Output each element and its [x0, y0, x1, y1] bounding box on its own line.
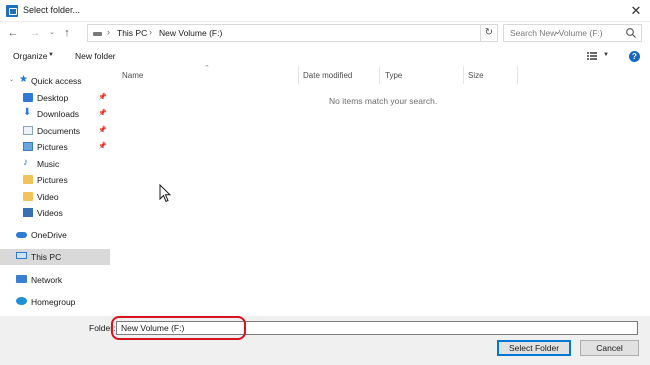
title-bar: Select folder... ✕ [0, 0, 650, 22]
nav-label: Music [37, 159, 60, 169]
window-title: Select folder... [23, 5, 81, 15]
mouse-cursor-icon [159, 184, 171, 203]
dialog-app-icon [6, 5, 18, 17]
new-folder-button[interactable]: New folder [75, 51, 116, 61]
nav-label: Homegroup [31, 297, 76, 307]
network-icon [16, 275, 27, 283]
forward-arrow-icon[interactable]: → [28, 25, 42, 41]
chevron-right-icon[interactable]: › [149, 27, 152, 37]
address-bar[interactable]: › This PC › New Volume (F:) ⌄ [87, 24, 561, 42]
cancel-button[interactable]: Cancel [580, 340, 639, 356]
nav-quick-access[interactable]: ⌄ ★ Quick access [0, 73, 110, 89]
nav-item-network[interactable]: Network [0, 272, 110, 288]
column-headers: ⌃ Name Date modified Type Size [110, 65, 650, 84]
nav-label: Videos [37, 208, 63, 218]
command-bar: Organize ▼ New folder ▼ ? [0, 46, 650, 66]
search-box[interactable] [503, 24, 642, 42]
breadcrumb-this-pc[interactable]: This PC [117, 28, 147, 38]
nav-item-pictures[interactable]: Pictures 📌 [0, 139, 110, 155]
nav-label: OneDrive [31, 230, 67, 240]
sort-ascending-icon: ⌃ [204, 65, 210, 72]
videos-icon [23, 208, 33, 217]
address-bar-row: ← → ⌄ ↑ › This PC › New Volume (F:) ⌄ ↻ [0, 22, 650, 44]
nav-item-onedrive[interactable]: OneDrive [0, 227, 110, 243]
column-divider[interactable] [517, 66, 518, 84]
search-input[interactable] [504, 25, 624, 41]
nav-item-pictures-folder[interactable]: Pictures [0, 172, 110, 188]
nav-label: This PC [31, 252, 62, 262]
dialog-footer: Folder: Select Folder Cancel [0, 316, 650, 365]
homegroup-icon [16, 297, 27, 305]
nav-label: Quick access [31, 76, 82, 86]
nav-label: Documents [37, 126, 80, 136]
documents-icon [23, 126, 33, 135]
column-header-size[interactable]: Size [468, 71, 484, 80]
search-icon[interactable] [625, 27, 637, 39]
refresh-icon[interactable]: ↻ [481, 24, 498, 42]
nav-item-homegroup[interactable]: Homegroup [0, 294, 110, 310]
select-folder-button[interactable]: Select Folder [497, 340, 571, 356]
nav-label: Downloads [37, 109, 80, 119]
chevron-right-icon[interactable]: › [107, 27, 110, 37]
nav-item-videos[interactable]: Videos [0, 205, 110, 221]
pin-icon: 📌 [98, 143, 107, 150]
column-header-name[interactable]: Name [122, 71, 143, 80]
nav-label: Network [31, 275, 63, 285]
help-icon[interactable]: ? [629, 51, 640, 62]
column-divider[interactable] [463, 66, 464, 84]
music-icon: ♪ [23, 157, 28, 168]
nav-label: Video [37, 192, 59, 202]
nav-item-downloads[interactable]: ⬇ Downloads 📌 [0, 106, 110, 122]
drive-icon [93, 32, 102, 36]
chevron-down-icon[interactable]: ⌄ [9, 76, 14, 83]
computer-icon [16, 252, 27, 259]
star-icon: ★ [19, 74, 28, 85]
downloads-icon: ⬇ [23, 107, 32, 118]
nav-item-music[interactable]: ♪ Music [0, 156, 110, 172]
nav-item-desktop[interactable]: Desktop 📌 [0, 90, 110, 106]
up-arrow-icon[interactable]: ↑ [60, 25, 74, 41]
empty-message: No items match your search. [329, 96, 438, 106]
organize-caret-icon[interactable]: ▼ [48, 52, 54, 58]
column-header-date-modified[interactable]: Date modified [303, 71, 352, 80]
cloud-icon [16, 232, 27, 238]
nav-item-documents[interactable]: Documents 📌 [0, 123, 110, 139]
pin-icon: 📌 [98, 127, 107, 134]
column-divider[interactable] [379, 66, 380, 84]
nav-label: Pictures [37, 175, 68, 185]
nav-item-video[interactable]: Video [0, 189, 110, 205]
navigation-pane: ⌄ ★ Quick access Desktop 📌 ⬇ Downloads 📌… [0, 66, 110, 316]
nav-label: Pictures [37, 142, 68, 152]
pin-icon: 📌 [98, 94, 107, 101]
breadcrumb-new-volume[interactable]: New Volume (F:) [159, 28, 222, 38]
view-details-icon[interactable] [587, 52, 597, 60]
nav-item-this-pc[interactable]: This PC [0, 249, 110, 265]
recent-locations-chevron-icon[interactable]: ⌄ [45, 25, 59, 41]
highlight-annotation [111, 316, 246, 340]
column-divider[interactable] [298, 66, 299, 84]
column-header-type[interactable]: Type [385, 71, 402, 80]
pin-icon: 📌 [98, 110, 107, 117]
organize-menu[interactable]: Organize [13, 51, 48, 61]
view-options-caret-icon[interactable]: ▼ [603, 52, 609, 58]
desktop-icon [23, 93, 33, 102]
nav-label: Desktop [37, 93, 69, 103]
pictures-icon [23, 142, 33, 151]
folder-icon [23, 192, 33, 201]
close-icon[interactable]: ✕ [628, 3, 644, 19]
back-arrow-icon[interactable]: ← [6, 25, 20, 41]
folder-icon [23, 175, 33, 184]
